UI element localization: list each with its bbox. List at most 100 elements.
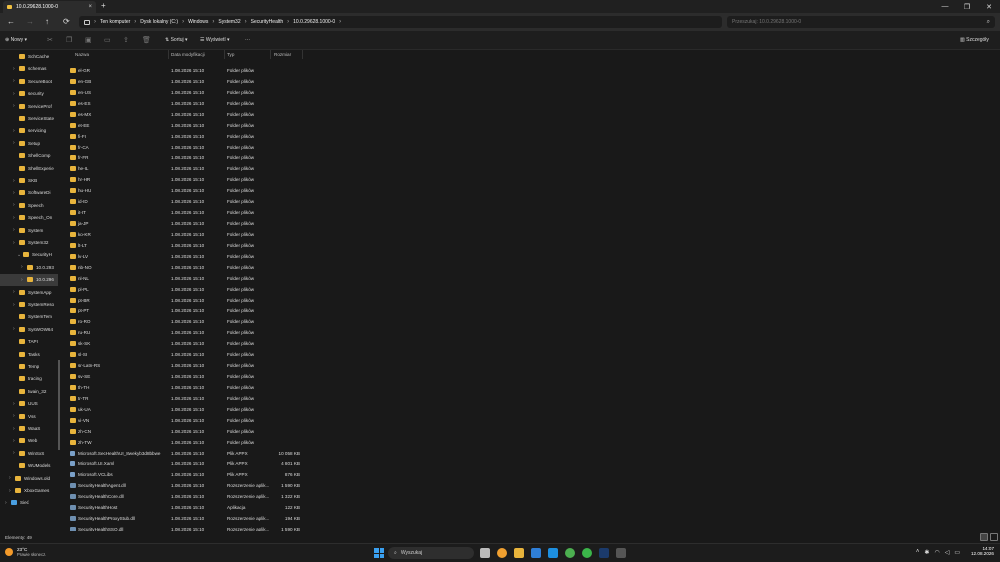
address-bar[interactable]: › Ten komputer › Dysk lokalny (C:) › Win… (79, 16, 722, 28)
up-arrow-icon[interactable]: ↑ (45, 17, 49, 26)
tree-item[interactable]: › SKB (13, 175, 37, 187)
file-row[interactable]: ko-KR 1.08.2026 15:10 Folder plików (62, 229, 1000, 240)
tree-item[interactable]: › System32 (13, 237, 48, 249)
scrollbar-thumb[interactable] (58, 360, 60, 450)
tree-item[interactable]: › Setup (13, 137, 40, 149)
tree-item[interactable]: › System (13, 224, 43, 236)
tree-item[interactable]: › schemas (13, 63, 46, 75)
file-row[interactable]: lt-LT 1.08.2026 15:10 Folder plików (62, 240, 1000, 251)
tree-item[interactable]: › Speech_On (13, 212, 52, 224)
refresh-icon[interactable]: ⟳ (63, 17, 70, 26)
tree-item[interactable]: twain_32 (13, 385, 46, 397)
tree-item[interactable]: SystemTem (13, 311, 52, 323)
tree-item[interactable]: › SysWOW64 (13, 323, 53, 335)
tree-item[interactable]: › WaaS (13, 423, 40, 435)
file-row[interactable]: SecurityHealthProxyStub.dll 1.08.2026 15:… (62, 513, 1000, 524)
tree-item[interactable]: TAPI (13, 336, 38, 348)
file-row[interactable]: uk-UA 1.08.2026 15:10 Folder plików (62, 404, 1000, 415)
details-view-icon[interactable] (980, 533, 988, 541)
close-window-icon[interactable]: ✕ (978, 0, 1000, 13)
rename-icon[interactable]: ▭ (104, 36, 112, 44)
search-icon[interactable]: ⌕ (987, 19, 990, 26)
tab-current-folder[interactable]: 10.0.29628.1000-0 × (3, 1, 96, 13)
tree-item[interactable]: ⌄ SecurityH (17, 249, 52, 261)
wifi-icon[interactable]: ◠ (934, 549, 939, 556)
taskbar-search[interactable]: ⌕ Wyszukaj (388, 547, 474, 559)
column-header-size[interactable]: Rozmiar (274, 52, 291, 57)
minimize-icon[interactable]: — (934, 0, 956, 13)
file-row[interactable]: nl-NL 1.08.2026 15:10 Folder plików (62, 273, 1000, 284)
file-row[interactable]: zh-TW 1.08.2026 15:10 Folder plików (62, 437, 1000, 448)
file-row[interactable]: SecurityHealthCore.dll 1.08.2026 15:10 Roz… (62, 491, 1000, 502)
file-row[interactable]: el-GR 1.08.2026 15:10 Folder plików (62, 65, 1000, 76)
new-tab-button[interactable]: + (101, 1, 106, 10)
start-icon[interactable] (374, 548, 384, 558)
tree-item[interactable]: ServiceState (13, 113, 54, 125)
tree-item[interactable]: › security (13, 88, 44, 100)
file-row[interactable]: et-EE 1.08.2026 15:10 Folder plików (62, 120, 1000, 131)
file-row[interactable]: es-ES 1.08.2026 15:10 Folder plików (62, 98, 1000, 109)
file-row[interactable]: fi-FI 1.08.2026 15:10 Folder plików (62, 131, 1000, 142)
tree-item[interactable]: › SecureBoot (13, 75, 52, 87)
file-row[interactable]: fr-CA 1.08.2026 15:10 Folder plików (62, 142, 1000, 153)
tiles-view-icon[interactable] (990, 533, 998, 541)
tree-item[interactable]: ShellComp (13, 150, 50, 162)
tree-item[interactable]: › XboxGames (9, 485, 49, 497)
file-row[interactable]: sr-Latn-RS 1.08.2026 15:10 Folder plików (62, 360, 1000, 371)
tree-item[interactable]: › Vss (13, 410, 36, 422)
volume-icon[interactable]: ◁ (945, 549, 950, 556)
tree-item[interactable]: › 10.0.293 (21, 261, 54, 273)
maximize-icon[interactable]: ❐ (956, 0, 978, 13)
column-divider[interactable] (168, 50, 169, 59)
tree-item[interactable]: WUModels (13, 460, 50, 472)
file-row[interactable]: fr-FR 1.08.2026 15:10 Folder plików (62, 152, 1000, 163)
sort-button[interactable]: ⇅ Sortuj ▾ (165, 37, 188, 43)
chevron-up-icon[interactable]: ˄ (916, 549, 920, 556)
outlook-icon[interactable] (548, 548, 558, 558)
file-row[interactable]: tr-TR 1.08.2026 15:10 Folder plików (62, 393, 1000, 404)
details-pane-button[interactable]: ▥ Szczegóły (960, 37, 989, 43)
chevron-right-icon[interactable]: › (339, 19, 341, 25)
store-icon[interactable] (531, 548, 541, 558)
battery-icon[interactable]: ▭ (954, 549, 960, 556)
file-row[interactable]: ro-RO 1.08.2026 15:10 Folder plików (62, 316, 1000, 327)
tree-item[interactable]: Temp (13, 361, 39, 373)
tree-item[interactable]: ShellExperie (13, 162, 54, 174)
file-row[interactable]: sk-SK 1.08.2026 15:10 Folder plików (62, 338, 1000, 349)
file-row[interactable]: ja-JP 1.08.2026 15:10 Folder plików (62, 218, 1000, 229)
file-row[interactable]: pl-PL 1.08.2026 15:10 Folder plików (62, 284, 1000, 295)
file-row[interactable]: Microsoft.VCLibs 1.08.2026 15:10 Plik APPX… (62, 469, 1000, 480)
view-button[interactable]: ☰ Wyświetl ▾ (200, 37, 229, 43)
file-row[interactable]: th-TH 1.08.2026 15:10 Folder plików (62, 382, 1000, 393)
xbox-icon[interactable] (582, 548, 592, 558)
file-row[interactable]: en-GB 1.08.2026 15:10 Folder plików (62, 76, 1000, 87)
bluetooth-icon[interactable]: ✱ (924, 549, 929, 556)
file-row[interactable]: Microsoft.SecHealthUI_8wekyb3d8bbwe 1.08.… (62, 448, 1000, 459)
file-row[interactable]: it-IT 1.08.2026 15:10 Folder plików (62, 207, 1000, 218)
breadcrumb-securityhealth[interactable]: SecurityHealth (251, 19, 284, 25)
tree-item[interactable]: Tasks (13, 348, 40, 360)
file-explorer-icon[interactable] (514, 548, 524, 558)
tree-item[interactable]: › SoftwareDi (13, 187, 50, 199)
file-row[interactable]: vi-VN 1.08.2026 15:10 Folder plików (62, 415, 1000, 426)
task-view-icon[interactable] (480, 548, 490, 558)
file-row[interactable]: id-ID 1.08.2026 15:10 Folder plików (62, 196, 1000, 207)
breadcrumb-windows[interactable]: Windows (188, 19, 208, 25)
file-row[interactable]: ru-RU 1.08.2026 15:10 Folder plików (62, 327, 1000, 338)
paste-icon[interactable]: ▣ (85, 36, 93, 44)
copy-icon[interactable]: ❐ (66, 36, 74, 44)
navigation-scrollbar[interactable] (58, 50, 60, 531)
clock[interactable]: 14:07 12.08.2026 (971, 546, 994, 556)
steam-icon[interactable] (599, 548, 609, 558)
column-divider[interactable] (270, 50, 271, 59)
tree-item[interactable]: › Web (13, 435, 37, 447)
tree-item[interactable]: › Windows.old (9, 472, 50, 484)
close-tab-icon[interactable]: × (88, 4, 92, 10)
breadcrumb-local-disk[interactable]: Dysk lokalny (C:) (140, 19, 178, 25)
file-row[interactable]: sl-SI 1.08.2026 15:10 Folder plików (62, 349, 1000, 360)
tree-item[interactable]: › ServiceProf (13, 100, 52, 112)
tree-item[interactable]: › Sieć (5, 497, 29, 509)
more-options-button[interactable]: ··· (245, 37, 250, 43)
tree-item[interactable]: tracing (13, 373, 42, 385)
file-row[interactable]: pt-PT 1.08.2026 15:10 Folder plików (62, 305, 1000, 316)
